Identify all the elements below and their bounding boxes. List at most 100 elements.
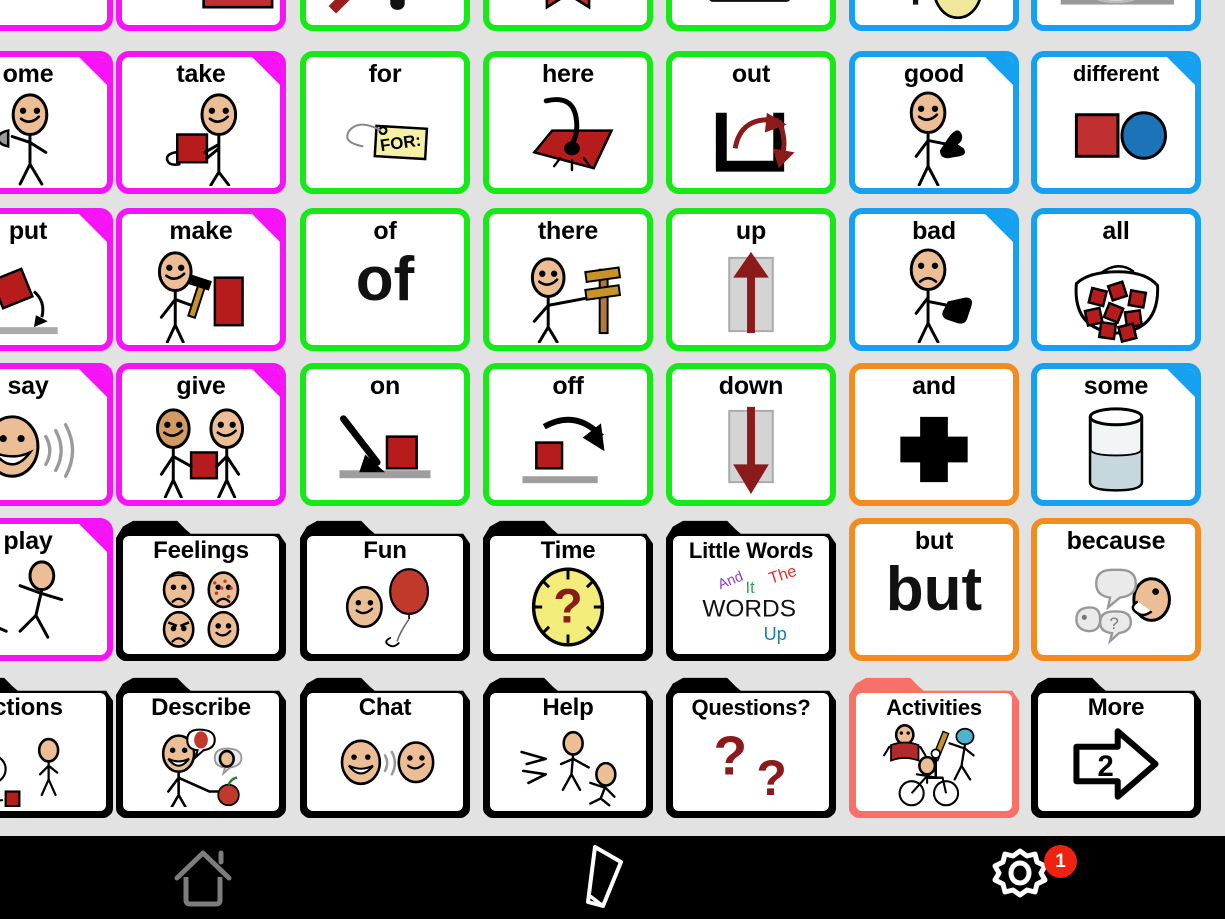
grid-cell-of[interactable]: of of <box>300 208 470 351</box>
grid-cell-chat[interactable]: Chat <box>300 675 470 818</box>
cell-label: More <box>1087 694 1145 721</box>
grid-cell-play[interactable]: play <box>0 518 113 661</box>
person-beckoning-icon <box>0 87 107 186</box>
symbol-button[interactable]: put <box>0 208 113 351</box>
symbol-button[interactable] <box>300 0 470 31</box>
home-button[interactable] <box>128 836 278 919</box>
grid-cell-actions[interactable]: ctions <box>0 675 113 818</box>
grid-cell-but[interactable]: but but <box>849 518 1019 661</box>
grid-cell-come[interactable]: ome <box>0 51 113 194</box>
grid-cell-feelings[interactable]: Feelings <box>116 518 286 661</box>
symbol-button[interactable]: some <box>1031 363 1201 506</box>
symbol-button[interactable]: good <box>849 51 1019 194</box>
grid-cell-good[interactable]: good <box>849 51 1019 194</box>
grid-cell-different[interactable]: different <box>1031 51 1201 194</box>
folder-button[interactable]: Fun <box>300 520 470 661</box>
grid-cell-on[interactable]: on <box>300 363 470 506</box>
grid-cell-take[interactable]: take <box>116 51 286 194</box>
symbol-button[interactable]: play <box>0 518 113 661</box>
grid-cell-time[interactable]: Time? <box>483 518 653 661</box>
symbol-button[interactable]: of of <box>300 208 470 351</box>
grid-cell-off[interactable]: off <box>483 363 653 506</box>
grid-cell-here[interactable]: here <box>483 51 653 194</box>
symbol-button[interactable]: take <box>116 51 286 194</box>
symbol-button[interactable] <box>1031 0 1201 31</box>
grid-cell-put[interactable]: put <box>0 208 113 351</box>
folder-face: Little Words And It The WORDS Up <box>673 536 829 654</box>
grid-cell-questions[interactable]: Questions??? <box>666 675 836 818</box>
grid-cell-activities[interactable]: Activities <box>849 675 1019 818</box>
symbol-button[interactable]: but but <box>849 518 1019 661</box>
grid-cell-and[interactable]: and <box>849 363 1019 506</box>
symbol-button[interactable]: for FOR: <box>300 51 470 194</box>
grid-cell-describe[interactable]: Describe <box>116 675 286 818</box>
symbol-button[interactable]: here <box>483 51 653 194</box>
grid-cell-out[interactable]: out <box>666 51 836 194</box>
symbol-button[interactable]: say <box>0 363 113 506</box>
symbol-button[interactable]: down <box>666 363 836 506</box>
svg-text:It: It <box>746 579 756 597</box>
grid-cell-symbol[interactable] <box>116 0 286 31</box>
folder-button[interactable]: Describe <box>116 677 286 818</box>
symbol-button[interactable]: because? <box>1031 518 1201 661</box>
settings-badge: 1 <box>1044 845 1077 878</box>
grid-cell-symbol[interactable] <box>300 0 470 31</box>
symbol-button[interactable] <box>116 0 286 31</box>
folder-button[interactable]: Chat <box>300 677 470 818</box>
symbol-button[interactable] <box>483 0 653 31</box>
symbol-button[interactable]: ome <box>0 51 113 194</box>
folder-button[interactable]: Time? <box>483 520 653 661</box>
symbol-button[interactable]: give <box>116 363 286 506</box>
grid-cell-make[interactable]: make <box>116 208 286 351</box>
grid-cell-symbol[interactable] <box>483 0 653 31</box>
edit-button[interactable] <box>535 836 685 919</box>
partial-art-topclip-icon <box>855 0 1013 23</box>
grid-cell-bad[interactable]: bad <box>849 208 1019 351</box>
grid-cell-say[interactable]: say <box>0 363 113 506</box>
symbol-button[interactable]: on <box>300 363 470 506</box>
grid-cell-because[interactable]: because? <box>1031 518 1201 661</box>
symbol-button[interactable]: all <box>1031 208 1201 351</box>
folder-button[interactable]: Help <box>483 677 653 818</box>
gear-icon <box>992 848 1048 897</box>
grid-cell-give[interactable]: give <box>116 363 286 506</box>
symbol-button[interactable]: make <box>116 208 286 351</box>
cell-label: all <box>1102 217 1130 245</box>
person-pointing-at-signpost-icon <box>489 244 647 343</box>
grid-cell-more[interactable]: More 2 <box>1031 675 1201 818</box>
symbol-button[interactable] <box>849 0 1019 31</box>
reading-biking-baseball-icon <box>856 721 1012 807</box>
symbol-button[interactable]: off <box>483 363 653 506</box>
symbol-button[interactable]: different <box>1031 51 1201 194</box>
grid-cell-help[interactable]: Help <box>483 675 653 818</box>
grid-cell-fun[interactable]: Fun <box>300 518 470 661</box>
grid-cell-down[interactable]: down <box>666 363 836 506</box>
folder-button[interactable]: Little Words And It The WORDS Up <box>666 520 836 661</box>
settings-button[interactable]: 1 <box>945 836 1095 919</box>
symbol-button[interactable]: there <box>483 208 653 351</box>
grid-cell-symbol[interactable] <box>849 0 1019 31</box>
grid-cell-little-words[interactable]: Little Words And It The WORDS Up <box>666 518 836 661</box>
symbol-button[interactable]: bad <box>849 208 1019 351</box>
symbol-button[interactable]: and <box>849 363 1019 506</box>
symbol-button[interactable] <box>0 0 113 31</box>
folder-button[interactable]: Activities <box>849 677 1019 818</box>
folder-face: Describe <box>123 693 279 811</box>
symbol-button[interactable]: up <box>666 208 836 351</box>
grid-cell-all[interactable]: all <box>1031 208 1201 351</box>
grid-cell-symbol[interactable] <box>1031 0 1201 31</box>
symbol-button[interactable]: out <box>666 51 836 194</box>
folder-button[interactable]: Feelings <box>116 520 286 661</box>
grid-cell-there[interactable]: there <box>483 208 653 351</box>
grid-cell-symbol[interactable] <box>0 0 113 31</box>
grid-cell-some[interactable]: some <box>1031 363 1201 506</box>
grid-cell-symbol[interactable] <box>666 0 836 31</box>
folder-button[interactable]: ctions <box>0 677 113 818</box>
person-taking-block-icon <box>122 87 280 186</box>
folder-button[interactable]: Questions??? <box>666 677 836 818</box>
symbol-button[interactable] <box>666 0 836 31</box>
grid-cell-for[interactable]: for FOR: <box>300 51 470 194</box>
cell-label: here <box>541 60 594 88</box>
folder-button[interactable]: More 2 <box>1031 677 1201 818</box>
grid-cell-up[interactable]: up <box>666 208 836 351</box>
